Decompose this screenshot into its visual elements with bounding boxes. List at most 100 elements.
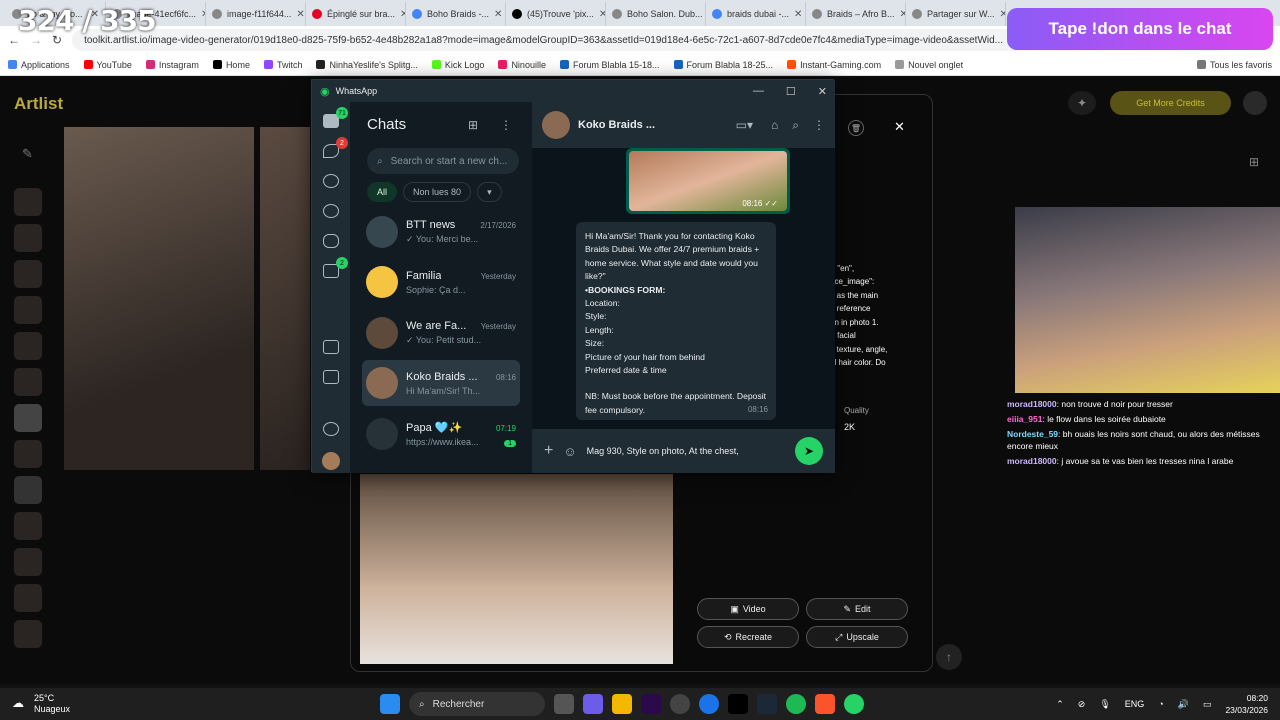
profile-avatar[interactable] — [322, 452, 340, 470]
history-thumbnail[interactable] — [14, 440, 42, 468]
history-thumbnail[interactable] — [14, 224, 42, 252]
sparkle-icon[interactable]: ✦ — [1068, 91, 1096, 115]
history-thumbnail[interactable] — [14, 368, 42, 396]
delete-icon[interactable]: 🗑 — [848, 120, 864, 136]
task-view-icon[interactable] — [554, 694, 574, 714]
tab-close-icon[interactable]: ✕ — [599, 9, 605, 20]
bookmark-forum-1518[interactable]: Forum Blabla 15-18... — [559, 60, 660, 70]
history-thumbnail[interactable] — [14, 260, 42, 288]
recreate-button[interactable]: ⟲ Recreate — [697, 626, 799, 648]
bookmark-applications[interactable]: Applications — [8, 60, 70, 70]
bookmark-new-tab[interactable]: Nouvel onglet — [895, 60, 963, 70]
bookmark-splitgate[interactable]: NinhaYeslife's Splitg... — [316, 60, 418, 70]
history-thumbnail[interactable] — [14, 620, 42, 648]
history-thumbnail[interactable] — [14, 512, 42, 540]
bookmark-twitch[interactable]: Twitch — [263, 60, 302, 70]
browser-tab[interactable]: Boho Salon. Dub...✕ — [606, 2, 706, 26]
minimize-icon[interactable]: — — [753, 85, 764, 98]
starred-icon[interactable] — [323, 340, 339, 354]
bookmark-forum-1825[interactable]: Forum Blabla 18-25... — [673, 60, 773, 70]
attach-icon[interactable]: + — [544, 442, 553, 460]
channels-icon[interactable] — [323, 204, 339, 218]
image-message[interactable]: 08:16 ✓✓ — [626, 148, 790, 214]
start-icon[interactable] — [380, 694, 400, 714]
search-input[interactable]: ⌕ Search or start a new ch... — [367, 148, 519, 174]
reference-photo[interactable] — [360, 474, 673, 664]
menu-icon[interactable]: ⋮ — [500, 118, 512, 132]
archive-icon[interactable]: 2 — [323, 257, 348, 278]
history-thumbnail[interactable] — [14, 584, 42, 612]
history-thumbnail[interactable] — [14, 332, 42, 360]
grid-icon[interactable]: ⊞ — [1249, 155, 1259, 169]
profile-avatar[interactable] — [1243, 91, 1267, 115]
chat-item[interactable]: BTT news 2/17/2026 ✓ You: Merci be... — [362, 209, 520, 255]
close-window-icon[interactable]: ✕ — [818, 85, 827, 98]
filter-unread[interactable]: Non lues 80 — [403, 182, 472, 202]
tab-close-icon[interactable]: ✕ — [1000, 9, 1005, 20]
bookmark-instant-gaming[interactable]: Instant-Gaming.com — [787, 60, 881, 70]
status-icon[interactable] — [323, 174, 339, 188]
chat-item[interactable]: We are Fa... Yesterday ✓ You: Petit stud.… — [362, 310, 520, 356]
filter-dropdown[interactable]: ▾ — [477, 182, 502, 202]
browser-tab[interactable]: Épinglé sur bra...✕ — [306, 2, 406, 26]
communities-icon[interactable] — [323, 234, 339, 248]
chrome-icon[interactable] — [699, 694, 719, 714]
chevron-up-icon[interactable]: ⌃ — [1056, 699, 1064, 710]
message-input[interactable]: Mag 930, Style on photo, At the chest, — [587, 446, 785, 456]
upscale-button[interactable]: ⤢ Upscale — [806, 626, 908, 648]
media-icon[interactable] — [323, 370, 339, 384]
close-icon[interactable]: ✕ — [894, 119, 905, 135]
file-explorer-icon[interactable] — [612, 694, 632, 714]
tab-close-icon[interactable]: ✕ — [296, 9, 304, 20]
bookmark-home[interactable]: Home — [212, 60, 250, 70]
filter-all[interactable]: All — [367, 182, 398, 202]
new-chat-icon[interactable]: ⊞ — [468, 118, 478, 132]
browser-tab[interactable]: Boho Braids -... ✕ — [406, 2, 506, 26]
chats-icon[interactable]: 71 — [323, 107, 348, 128]
bookmark-ninouille[interactable]: Ninouille — [498, 60, 546, 70]
tab-close-icon[interactable]: ✕ — [494, 9, 502, 20]
wifi-icon[interactable]: ◔ — [1158, 699, 1163, 709]
bookmark-kick[interactable]: Kick Logo — [431, 60, 484, 70]
search-icon[interactable]: ⌕ — [792, 118, 799, 133]
bookmark-instagram[interactable]: Instagram — [145, 60, 199, 70]
browser-tab[interactable]: (45)Trouve 'pix... ✕ — [506, 2, 606, 26]
generated-image[interactable] — [64, 127, 254, 470]
calls-icon[interactable]: 2 — [323, 137, 348, 158]
video-call-icon[interactable]: ▭▾ — [736, 118, 753, 132]
edit-icon[interactable]: ✎ — [22, 146, 33, 162]
weather-widget[interactable]: 25°C Nuageux — [34, 693, 70, 715]
microphone-icon[interactable]: 🎙 — [1099, 699, 1110, 710]
tab-close-icon[interactable]: ✕ — [794, 9, 802, 20]
get-credits-button[interactable]: Get More Credits — [1110, 91, 1231, 115]
steam-icon[interactable] — [757, 694, 777, 714]
bookmark-youtube[interactable]: YouTube — [83, 60, 132, 70]
clock[interactable]: 08:20 23/03/2026 — [1225, 692, 1268, 716]
taskbar-search[interactable]: ⌕ Rechercher — [409, 692, 545, 716]
chat-item-selected[interactable]: Koko Braids ... 08:16 Hi Ma'am/Sir! Th... — [362, 360, 520, 406]
history-thumbnail[interactable] — [14, 404, 42, 432]
shop-icon[interactable]: ⌂ — [771, 118, 778, 132]
maximize-icon[interactable]: ☐ — [786, 85, 796, 98]
whatsapp-icon[interactable] — [844, 694, 864, 714]
browser-tab[interactable]: image-f11f644... ✕ — [206, 2, 306, 26]
language-indicator[interactable]: ENG — [1125, 699, 1145, 709]
copilot-icon[interactable] — [583, 694, 603, 714]
network-icon[interactable]: ⊘ — [1078, 699, 1086, 710]
battery-icon[interactable]: ▭ — [1203, 699, 1212, 710]
history-thumbnail[interactable] — [14, 188, 42, 216]
history-thumbnail[interactable] — [14, 476, 42, 504]
menu-icon[interactable]: ⋮ — [813, 118, 825, 132]
history-thumbnail[interactable] — [14, 548, 42, 576]
contact-name[interactable]: Koko Braids ... — [578, 119, 728, 131]
browser-tab[interactable]: Braids – Afro B...✕ — [806, 2, 906, 26]
all-bookmarks[interactable]: Tous les favoris — [1196, 60, 1272, 70]
premiere-icon[interactable] — [641, 694, 661, 714]
chat-item[interactable]: Papa 🩵✨ 07:19 https://www.ikea... 1 — [362, 411, 520, 457]
edit-button[interactable]: ✎ Edit — [806, 598, 908, 620]
brave-icon[interactable] — [815, 694, 835, 714]
settings-icon[interactable] — [323, 422, 339, 436]
generated-image[interactable] — [260, 127, 310, 470]
volume-icon[interactable]: 🔊 — [1178, 699, 1189, 710]
obs-icon[interactable] — [670, 694, 690, 714]
